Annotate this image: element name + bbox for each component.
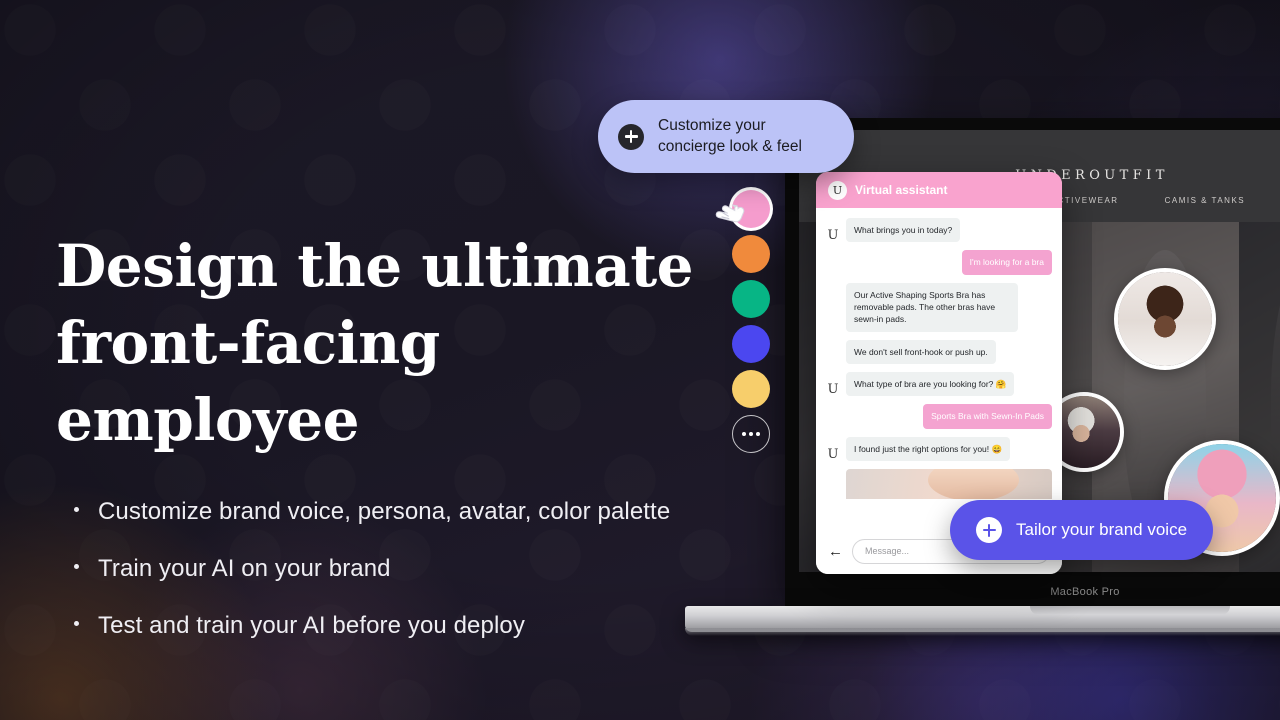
callout-label: Customize your concierge look & feel [658, 116, 802, 157]
feature-bullet-list: Customize brand voice, persona, avatar, … [56, 495, 716, 643]
bullet-label: Train your AI on your brand [98, 555, 391, 583]
hero-copy: Design the ultimate front-facing employe… [56, 228, 716, 666]
bullet-dot-icon [74, 507, 79, 513]
chat-bubble-bot: Our Active Shaping Sports Bra has remova… [846, 282, 1018, 332]
chat-message-row: U I found just the right options for you… [826, 436, 1052, 462]
color-swatch-yellow[interactable] [732, 370, 770, 408]
callout-line-2: concierge look & feel [658, 137, 802, 155]
bullet-dot-icon [74, 564, 79, 570]
chat-bubble-bot: What brings you in today? [846, 218, 961, 243]
chat-bubble-bot: I found just the right options for you! … [846, 436, 1011, 461]
color-swatch-green[interactable] [732, 280, 770, 318]
chat-bubble-bot: We don't sell front-hook or push up. [846, 339, 996, 364]
chat-message-row: U Our Active Shaping Sports Bra has remo… [826, 282, 1052, 332]
callout-tailor-brand-voice[interactable]: Tailor your brand voice [950, 500, 1214, 560]
avatar: U [827, 228, 839, 244]
color-swatch-orange[interactable] [732, 235, 770, 273]
color-palette-picker[interactable] [715, 190, 770, 453]
headline-line-2: front-facing employee [56, 309, 440, 455]
color-swatch-blue[interactable] [732, 325, 770, 363]
chat-title: Virtual assistant [855, 183, 948, 197]
device-model-label: MacBook Pro [1050, 586, 1120, 598]
laptop-base-shadow [685, 628, 1280, 636]
chat-message-row: U What type of bra are you looking for? … [826, 371, 1052, 398]
pointing-hand-icon [715, 204, 745, 223]
plus-circle-icon [976, 517, 1002, 543]
chat-message-row: Sports Bra with Sewn-In Pads [826, 404, 1052, 429]
bullet-dot-icon [74, 620, 79, 626]
dot-icon [756, 432, 760, 436]
list-item: Train your AI on your brand [56, 552, 716, 587]
list-item: Test and train your AI before you deploy [56, 609, 716, 644]
callout-line-1: Customize your [658, 117, 766, 134]
dot-icon [749, 432, 753, 436]
chat-message-row: I'm looking for a bra [826, 250, 1052, 275]
bullet-label: Customize brand voice, persona, avatar, … [98, 498, 671, 526]
nav-item-camis-tanks[interactable]: CAMIS & TANKS [1165, 196, 1246, 205]
chat-header: U Virtual assistant [816, 172, 1062, 208]
back-arrow-icon[interactable]: ← [828, 544, 844, 559]
callout-customize-concierge[interactable]: Customize your concierge look & feel [598, 100, 854, 174]
dot-icon [742, 432, 746, 436]
chat-bubble-bot: What type of bra are you looking for? 🤗 [846, 371, 1015, 397]
callout-label: Tailor your brand voice [1016, 520, 1188, 539]
headline-line-1: Design the ultimate [56, 232, 694, 300]
plus-circle-icon [618, 123, 644, 150]
page-title: Design the ultimate front-facing employe… [56, 228, 716, 459]
more-colors-button[interactable] [732, 415, 770, 453]
list-item: Customize brand voice, persona, avatar, … [56, 495, 716, 530]
chat-message-list[interactable]: U What brings you in today? I'm looking … [816, 208, 1062, 528]
avatar [1114, 268, 1216, 370]
chat-message-row: U What brings you in today? [826, 218, 1052, 244]
product-recommendation-card[interactable] [846, 468, 1052, 499]
bullet-label: Test and train your AI before you deploy [98, 611, 525, 639]
chat-bubble-user: Sports Bra with Sewn-In Pads [923, 404, 1052, 429]
avatar-photo [1118, 272, 1212, 366]
avatar: U [827, 382, 839, 398]
avatar: U [827, 446, 839, 462]
chat-bubble-user: I'm looking for a bra [961, 250, 1052, 275]
chat-message-row: U We don't sell front-hook or push up. [826, 339, 1052, 364]
avatar: U [828, 180, 847, 200]
